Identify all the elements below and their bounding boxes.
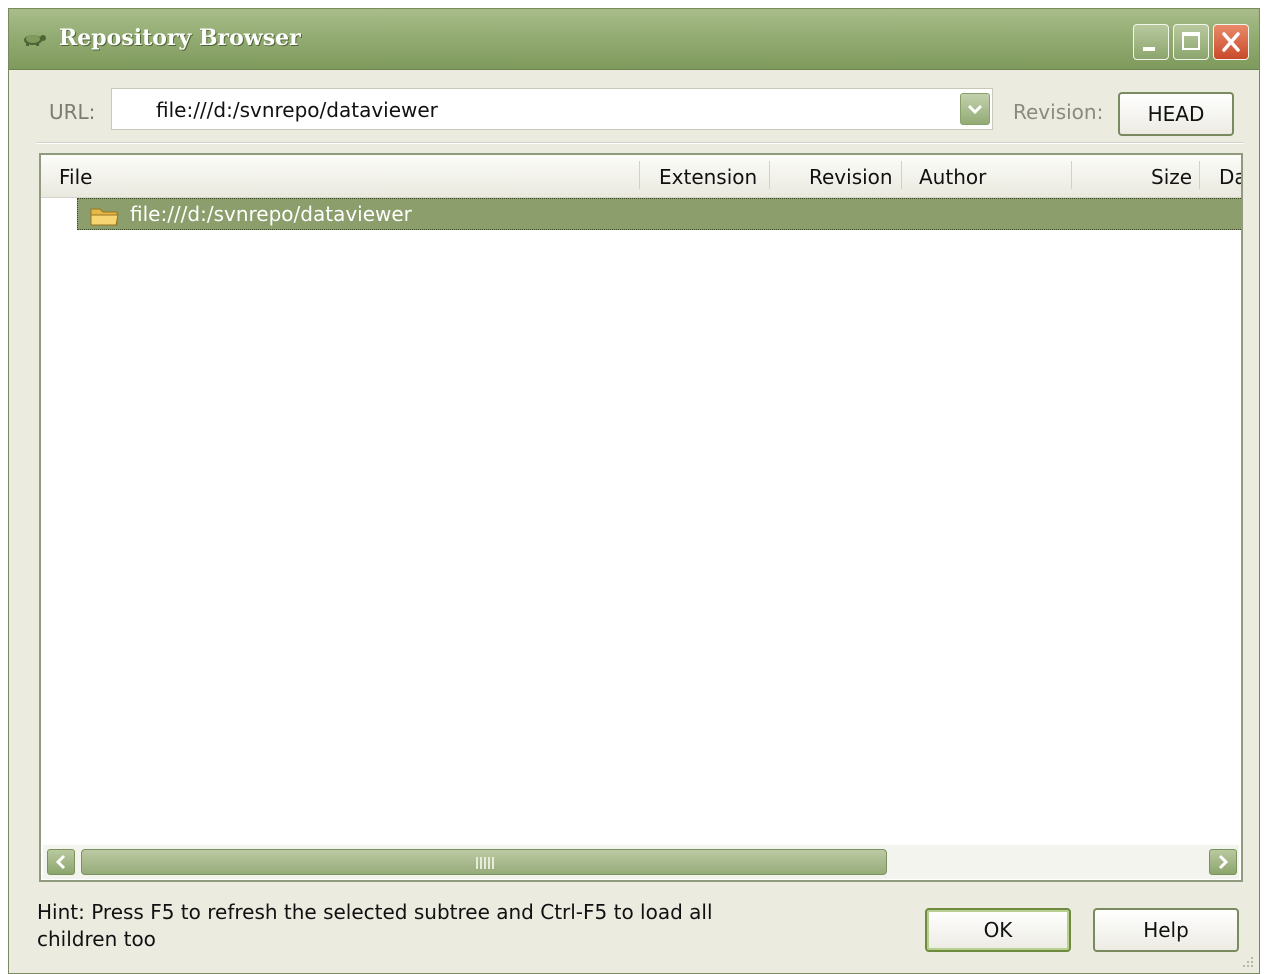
toolbar-divider bbox=[37, 142, 1243, 144]
url-label: URL: bbox=[49, 100, 96, 124]
column-divider[interactable] bbox=[769, 161, 770, 189]
tortoise-icon bbox=[21, 31, 47, 46]
list-item[interactable]: file:///d:/svnrepo/dataviewer bbox=[77, 198, 1241, 230]
column-divider[interactable] bbox=[901, 161, 902, 189]
chevron-down-icon bbox=[967, 104, 983, 115]
minimize-button[interactable] bbox=[1133, 24, 1169, 60]
scrollbar-thumb[interactable] bbox=[81, 849, 887, 875]
title-bar[interactable]: Repository Browser bbox=[9, 9, 1259, 70]
column-revision[interactable]: Revision bbox=[809, 165, 893, 189]
url-value[interactable]: file:///d:/svnrepo/dataviewer bbox=[156, 98, 438, 122]
revision-label: Revision: bbox=[1013, 100, 1104, 124]
hint-text: Hint: Press F5 to refresh the selected s… bbox=[37, 900, 713, 951]
chevron-right-icon bbox=[1218, 854, 1229, 870]
url-combobox[interactable]: file:///d:/svnrepo/dataviewer bbox=[111, 88, 993, 130]
list-header: File Extension Revision Author Size Da bbox=[41, 155, 1241, 198]
window-title: Repository Browser bbox=[59, 25, 301, 51]
folder-icon bbox=[90, 206, 120, 230]
column-date[interactable]: Da bbox=[1219, 165, 1241, 189]
chevron-left-icon bbox=[55, 854, 66, 870]
resize-grip-icon[interactable] bbox=[1239, 953, 1255, 969]
repository-list[interactable]: File Extension Revision Author Size Da f… bbox=[39, 153, 1243, 882]
horizontal-scrollbar[interactable] bbox=[43, 845, 1239, 879]
column-size[interactable]: Size bbox=[1151, 165, 1192, 189]
column-author[interactable]: Author bbox=[919, 165, 986, 189]
close-button[interactable] bbox=[1213, 24, 1249, 60]
list-item-name: file:///d:/svnrepo/dataviewer bbox=[130, 202, 412, 226]
repository-browser-window: Repository Browser URL: file:///d:/svnre… bbox=[8, 8, 1260, 974]
scroll-left-button[interactable] bbox=[47, 849, 75, 875]
column-divider[interactable] bbox=[1199, 161, 1200, 189]
revision-head-button[interactable]: HEAD bbox=[1118, 92, 1234, 136]
help-button[interactable]: Help bbox=[1093, 908, 1239, 952]
grip-icon bbox=[476, 857, 494, 869]
column-divider[interactable] bbox=[1071, 161, 1072, 189]
maximize-button[interactable] bbox=[1173, 24, 1209, 60]
column-file[interactable]: File bbox=[59, 165, 92, 189]
ok-button[interactable]: OK bbox=[925, 908, 1071, 952]
url-dropdown-button[interactable] bbox=[960, 93, 990, 125]
scroll-right-button[interactable] bbox=[1209, 849, 1237, 875]
column-extension[interactable]: Extension bbox=[659, 165, 757, 189]
column-divider[interactable] bbox=[639, 161, 640, 189]
